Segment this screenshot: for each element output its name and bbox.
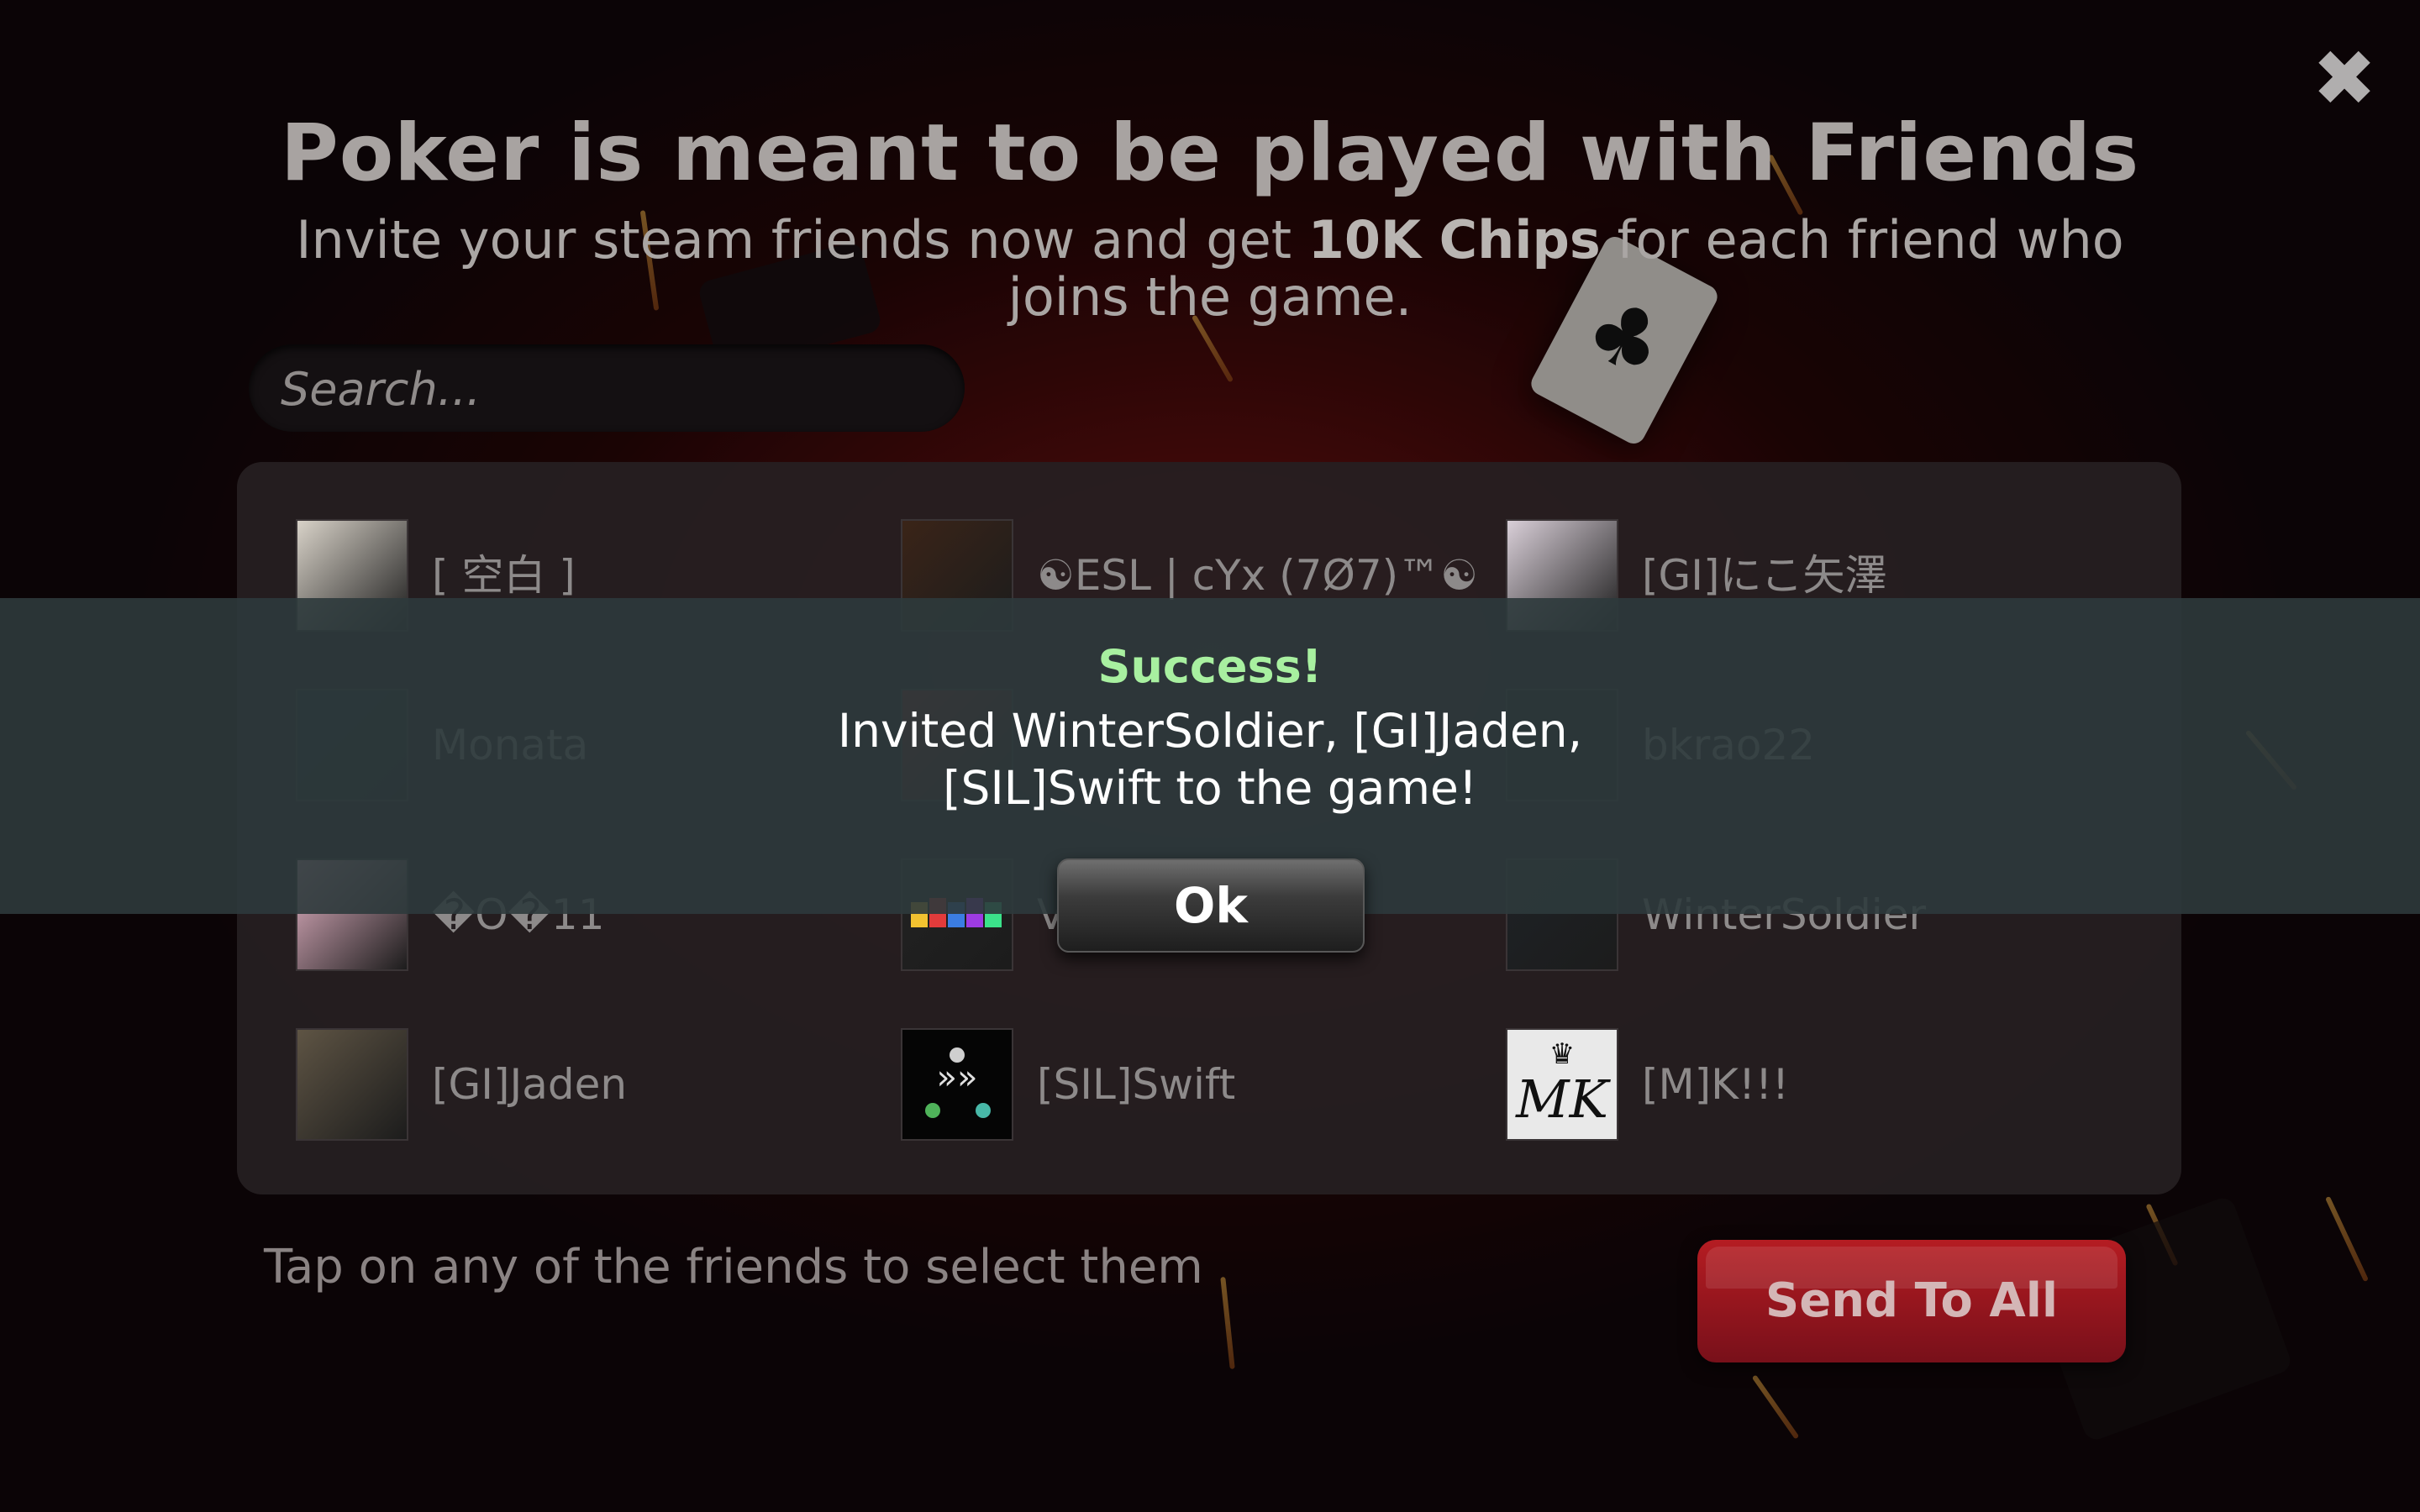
- hint-text: Tap on any of the friends to select them: [264, 1240, 1203, 1294]
- subtitle-chips-amount: 10K Chips: [1307, 209, 1601, 270]
- friend-avatar: »»: [901, 1028, 1013, 1141]
- friend-name: [SIL]Swift: [1037, 1060, 1236, 1109]
- friend-name: [GI]Jaden: [432, 1060, 628, 1109]
- success-message: Invited WinterSoldier, [GI]Jaden, [SIL]S…: [837, 704, 1583, 815]
- friend-item[interactable]: »» [SIL]Swift: [901, 1028, 1489, 1142]
- svg-text:♛: ♛: [1549, 1037, 1575, 1071]
- page-subtitle: Invite your steam friends now and get 10…: [286, 212, 2134, 326]
- subtitle-text: Invite your steam friends now and get: [296, 209, 1308, 270]
- friend-item[interactable]: [GI]Jaden: [296, 1028, 884, 1142]
- search-input[interactable]: [279, 344, 938, 433]
- search-box: [249, 344, 965, 433]
- send-to-all-label: Send To All: [1765, 1273, 2059, 1328]
- success-title: Success!: [1097, 640, 1323, 693]
- close-icon: ✖: [2312, 34, 2377, 123]
- svg-text:MK: MK: [1515, 1068, 1611, 1130]
- friend-name: [M]K!!!: [1642, 1060, 1790, 1109]
- send-to-all-button[interactable]: Send To All: [1697, 1240, 2126, 1362]
- close-button[interactable]: ✖: [2309, 40, 2380, 118]
- friend-avatar: ♛ MK: [1506, 1028, 1618, 1141]
- friend-avatar: [296, 1028, 408, 1141]
- svg-text:»»: »»: [937, 1058, 978, 1097]
- friend-item[interactable]: ♛ MK [M]K!!!: [1506, 1028, 2094, 1142]
- page-title: Poker is meant to be played with Friends: [280, 108, 2140, 199]
- ok-button[interactable]: Ok: [1057, 858, 1365, 953]
- ok-button-label: Ok: [1174, 877, 1248, 934]
